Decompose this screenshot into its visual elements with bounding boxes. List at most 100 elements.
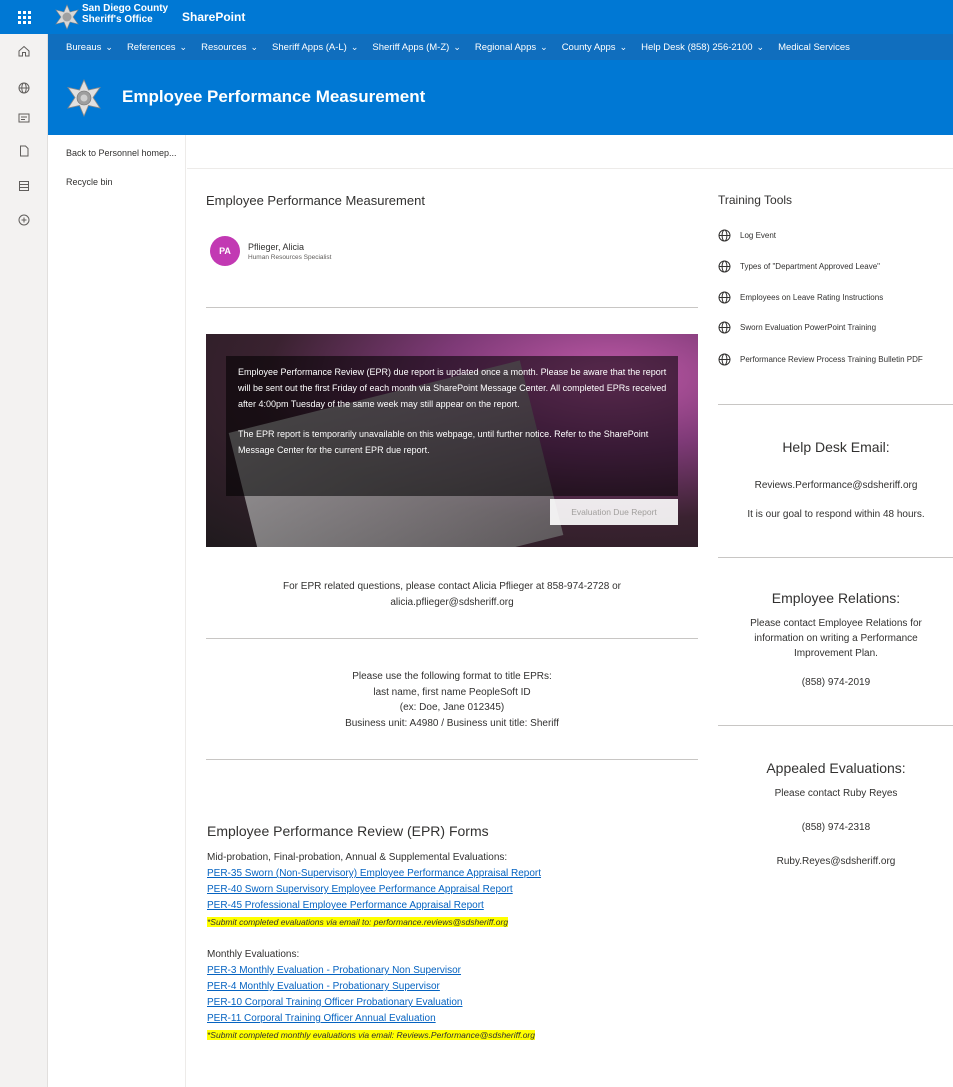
- employee-relations-text: Please contact Employee Relations for in…: [750, 618, 922, 659]
- file-icon[interactable]: [16, 143, 32, 159]
- chevron-down-icon: ⌄: [350, 41, 359, 52]
- monthly-intro: Monthly Evaluations:: [207, 949, 300, 960]
- list-icon[interactable]: [16, 178, 32, 194]
- site-title[interactable]: Employee Performance Measurement: [122, 87, 425, 107]
- appealed-phone: (858) 974-2318: [801, 822, 871, 833]
- waffle-icon: [17, 10, 31, 24]
- appealed-evaluations-section: Appealed Evaluations: Please contact Rub…: [718, 760, 953, 869]
- org-name-line2: Sheriff's Office: [82, 14, 153, 25]
- page-heading: Employee Performance Measurement: [206, 193, 425, 208]
- section-divider: [206, 759, 698, 760]
- quick-launch: Back to Personnel homep... Recycle bin: [48, 135, 186, 1087]
- forms-intro: Mid-probation, Final-probation, Annual &…: [207, 852, 508, 863]
- section-divider: [718, 725, 953, 726]
- contact-line-2: alicia.pflieger@sdsheriff.org: [390, 596, 514, 608]
- avatar: PA: [210, 236, 240, 266]
- chevron-down-icon: ⌄: [453, 41, 461, 52]
- chevron-down-icon: ⌄: [619, 41, 628, 52]
- format-line-2: last name, first name PeopleSoft ID: [373, 686, 531, 698]
- hubnav-item-regional-apps[interactable]: Regional Apps ⌄: [475, 42, 548, 53]
- tool-label: Employees on Leave Rating Instructions: [740, 293, 884, 302]
- employee-relations-heading: Employee Relations:: [771, 590, 901, 606]
- home-icon[interactable]: [16, 43, 32, 59]
- per-11-link[interactable]: PER-11 Corporal Training Officer Annual …: [207, 1013, 436, 1024]
- format-line-1: Please use the following format to title…: [352, 671, 552, 682]
- monthly-submit-note: *Submit completed monthly evaluations vi…: [207, 1030, 535, 1040]
- globe-icon: [718, 229, 731, 242]
- sheriff-star-logo[interactable]: [54, 4, 80, 30]
- per-45-link[interactable]: PER-45 Professional Employee Performance…: [207, 900, 484, 911]
- globe-icon: [718, 353, 731, 366]
- tool-label: Sworn Evaluation PowerPoint Training: [740, 323, 877, 332]
- globe-icon: [718, 321, 731, 334]
- app-launcher-button[interactable]: [0, 0, 48, 34]
- per-40-link[interactable]: PER-40 Sworn Supervisory Employee Perfor…: [207, 884, 513, 895]
- help-desk-heading: Help Desk Email:: [782, 439, 890, 455]
- hubnav-item-medical-services[interactable]: Medical Services: [778, 42, 850, 53]
- hero-paragraph-1: Employee Performance Review (EPR) due re…: [238, 367, 667, 409]
- format-line-3: (ex: Doe, Jane 012345): [399, 702, 505, 713]
- employee-relations-phone: (858) 974-2019: [801, 677, 871, 688]
- hubnav-item-bureaus[interactable]: Bureaus ⌄: [66, 42, 113, 53]
- appealed-email: Ruby.Reyes@sdsheriff.org: [776, 856, 896, 867]
- hubnav-item-sheriff-apps-a-l[interactable]: Sheriff Apps (A-L) ⌄: [272, 42, 358, 53]
- tool-link-leave-rating-instructions[interactable]: Employees on Leave Rating Instructions: [718, 291, 883, 304]
- appealed-contact: Please contact Ruby Reyes: [774, 788, 898, 799]
- tool-label: Performance Review Process Training Bull…: [740, 355, 923, 364]
- help-desk-section: Help Desk Email: Reviews.Performance@sds…: [718, 439, 953, 522]
- section-divider: [718, 557, 953, 558]
- section-divider: [206, 307, 698, 308]
- help-desk-note: It is our goal to respond within 48 hour…: [747, 509, 925, 520]
- globe-icon[interactable]: [16, 80, 32, 96]
- evaluation-due-report-button[interactable]: Evaluation Due Report: [550, 499, 678, 525]
- hub-navigation: Bureaus ⌄ References ⌄ Resources ⌄ Sheriff …: [48, 34, 953, 60]
- chevron-down-icon: ⌄: [250, 41, 259, 52]
- section-divider: [206, 638, 698, 639]
- app-rail: [0, 0, 48, 1087]
- hubnav-label: Regional Apps: [474, 41, 537, 53]
- hubnav-item-references[interactable]: References ⌄: [127, 42, 187, 53]
- add-icon[interactable]: [16, 212, 32, 228]
- hero-text: Employee Performance Review (EPR) due re…: [238, 365, 670, 459]
- suite-bar: San Diego County Sheriff's Office ShareP…: [48, 0, 953, 34]
- suite-app-title[interactable]: SharePoint: [182, 10, 245, 24]
- hubnav-label: County Apps: [561, 41, 616, 53]
- command-bar: [187, 135, 953, 169]
- site-header: Employee Performance Measurement: [48, 60, 953, 135]
- sheriff-star-logo[interactable]: [64, 78, 104, 118]
- forms-section-title: Employee Performance Review (EPR) Forms: [207, 823, 489, 839]
- org-name[interactable]: San Diego County Sheriff's Office: [82, 3, 168, 25]
- hubnav-item-help-desk[interactable]: Help Desk (858) 256-2100 ⌄: [641, 42, 764, 53]
- hubnav-item-resources[interactable]: Resources ⌄: [201, 42, 258, 53]
- hero-banner: Employee Performance Review (EPR) due re…: [206, 334, 698, 547]
- per-4-link[interactable]: PER-4 Monthly Evaluation - Probationary …: [207, 981, 440, 992]
- forms-list: Mid-probation, Final-probation, Annual &…: [207, 850, 541, 1044]
- epr-contact-text: For EPR related questions, please contac…: [206, 579, 698, 610]
- per-3-link[interactable]: PER-3 Monthly Evaluation - Probationary …: [207, 965, 461, 976]
- org-name-line1: San Diego County: [82, 3, 169, 14]
- hubnav-label: Bureaus: [66, 41, 102, 53]
- globe-icon: [718, 291, 731, 304]
- hubnav-item-sheriff-apps-m-z[interactable]: Sheriff Apps (M-Z) ⌄: [372, 42, 460, 53]
- format-line-4: Business unit: A4980 / Business unit tit…: [345, 717, 559, 729]
- employee-relations-section: Employee Relations: Please contact Emplo…: [718, 590, 953, 690]
- help-desk-email: Reviews.Performance@sdsheriff.org: [754, 480, 918, 491]
- per-10-link[interactable]: PER-10 Corporal Training Officer Probati…: [207, 997, 463, 1008]
- tool-link-review-process-bulletin[interactable]: Performance Review Process Training Bull…: [718, 353, 923, 366]
- tool-label: Log Event: [740, 231, 777, 240]
- quicklaunch-recycle-bin[interactable]: Recycle bin: [66, 177, 113, 187]
- quicklaunch-back-to-personnel[interactable]: Back to Personnel homep...: [66, 148, 177, 158]
- tool-link-department-approved-leave[interactable]: Types of "Department Approved Leave": [718, 260, 880, 273]
- hubnav-label: Medical Services: [778, 41, 850, 53]
- section-divider: [718, 404, 953, 405]
- news-icon[interactable]: [16, 110, 32, 126]
- hubnav-label: Sheriff Apps (M-Z): [372, 41, 450, 53]
- tool-link-log-event[interactable]: Log Event: [718, 229, 776, 242]
- chevron-down-icon: ⌄: [540, 41, 548, 52]
- tool-link-sworn-evaluation-training[interactable]: Sworn Evaluation PowerPoint Training: [718, 321, 876, 334]
- per-35-link[interactable]: PER-35 Sworn (Non-Supervisory) Employee …: [207, 868, 541, 879]
- hubnav-label: Sheriff Apps (A-L): [272, 41, 347, 53]
- hubnav-label: References: [126, 41, 176, 53]
- chevron-down-icon: ⌄: [105, 41, 113, 52]
- hubnav-item-county-apps[interactable]: County Apps ⌄: [562, 42, 627, 53]
